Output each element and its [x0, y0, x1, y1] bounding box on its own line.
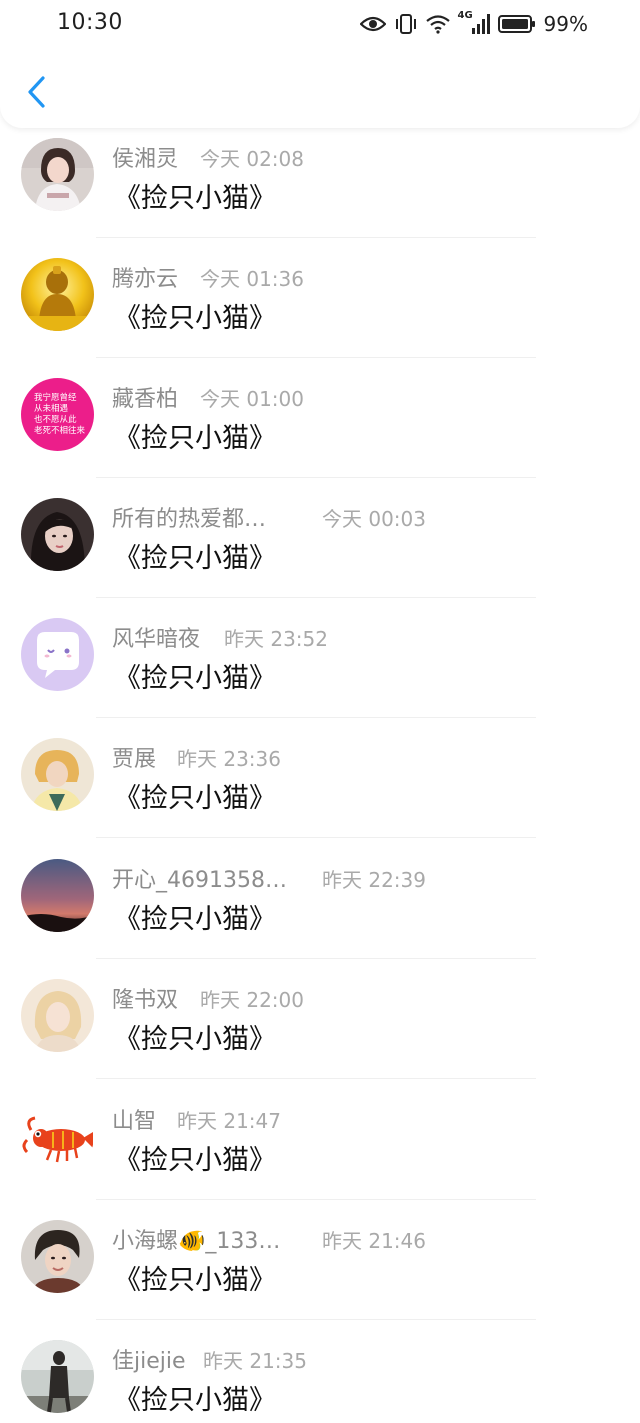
commenter-name[interactable]: 小海螺🐠_133…: [112, 1223, 280, 1255]
comment-time: 昨天 22:00: [200, 988, 304, 1012]
comment-list-page: 侯湘灵 今天 02:08 《捡只小猫》 腾亦云 今天 01:36 《捡只小猫》 …: [0, 0, 640, 1423]
status-icons: 4G 99%: [359, 10, 588, 38]
avatar[interactable]: [21, 1340, 94, 1413]
comment-text: 《捡只小猫》: [114, 783, 276, 814]
comment-text: 《捡只小猫》: [114, 423, 276, 454]
wifi-icon: [425, 14, 450, 34]
avatar[interactable]: [21, 498, 94, 571]
comment-row[interactable]: 贾展 昨天 23:36 《捡只小猫》: [0, 718, 640, 838]
comment-time: 昨天 23:36: [177, 747, 281, 771]
avatar[interactable]: [21, 258, 94, 331]
comment-text: 《捡只小猫》: [114, 663, 276, 694]
avatar[interactable]: [21, 618, 94, 691]
comment-row[interactable]: 隆书双 昨天 22:00 《捡只小猫》: [0, 959, 640, 1079]
commenter-name[interactable]: 腾亦云: [112, 261, 178, 293]
comment-row[interactable]: 小海螺🐠_133… 昨天 21:46 《捡只小猫》: [0, 1200, 640, 1320]
comment-row[interactable]: 侯湘灵 今天 02:08 《捡只小猫》: [0, 118, 640, 238]
comment-time: 今天 01:36: [200, 267, 304, 291]
comment-row[interactable]: 佳jiejie 昨天 21:35 《捡只小猫》: [0, 1320, 640, 1423]
avatar-text-line: 也不愿从此: [34, 414, 77, 425]
comment-time: 今天 01:00: [200, 387, 304, 411]
comment-text: 《捡只小猫》: [114, 1024, 276, 1055]
comment-row[interactable]: 腾亦云 今天 01:36 《捡只小猫》: [0, 238, 640, 358]
divider: [96, 1078, 536, 1079]
avatar-text-line: 老死不相往来: [34, 425, 86, 436]
comment-row[interactable]: 风华暗夜 昨天 23:52 《捡只小猫》: [0, 598, 640, 718]
comment-text: 《捡只小猫》: [114, 1265, 276, 1296]
comment-row[interactable]: 开心_4691358… 昨天 22:39 《捡只小猫》: [0, 839, 640, 959]
back-button[interactable]: [14, 72, 58, 116]
header-bar: 10:30 4G 99%: [0, 0, 640, 128]
vibrate-icon: [394, 13, 418, 35]
commenter-name[interactable]: 贾展: [112, 741, 156, 773]
avatar-text-line: 从未相遇: [34, 403, 69, 414]
comment-text: 《捡只小猫》: [114, 1145, 276, 1176]
commenter-name[interactable]: 藏香柏: [112, 381, 178, 413]
commenter-name[interactable]: 侯湘灵: [112, 141, 178, 173]
comment-time: 昨天 22:39: [322, 868, 426, 892]
commenter-name[interactable]: 开心_4691358…: [112, 862, 287, 894]
comment-text: 《捡只小猫》: [114, 183, 276, 214]
avatar[interactable]: [21, 1220, 94, 1293]
comment-time: 昨天 23:52: [224, 627, 328, 651]
commenter-name[interactable]: 风华暗夜: [112, 621, 200, 653]
comment-row[interactable]: 我宁愿曾经 从未相遇 也不愿从此 老死不相往来 藏香柏 今天 01:00 《捡只…: [0, 358, 640, 478]
back-chevron-icon: [25, 75, 47, 113]
comment-row[interactable]: 所有的热爱都… 今天 00:03 《捡只小猫》: [0, 478, 640, 598]
signal-icon: 4G: [458, 10, 490, 36]
battery-percent: 99%: [543, 12, 588, 36]
avatar[interactable]: [21, 738, 94, 811]
avatar[interactable]: [21, 979, 94, 1052]
status-time: 10:30: [57, 10, 123, 35]
avatar[interactable]: [21, 859, 94, 932]
comment-text: 《捡只小猫》: [114, 1385, 276, 1416]
comment-time: 昨天 21:35: [203, 1349, 307, 1373]
divider: [96, 837, 536, 838]
comment-row[interactable]: 山智 昨天 21:47 《捡只小猫》: [0, 1080, 640, 1200]
avatar[interactable]: [21, 138, 94, 211]
eye-icon: [359, 15, 386, 33]
commenter-name[interactable]: 隆书双: [112, 982, 178, 1014]
comment-time: 昨天 21:47: [177, 1109, 281, 1133]
comment-time: 今天 00:03: [322, 507, 426, 531]
comment-text: 《捡只小猫》: [114, 904, 276, 935]
commenter-name[interactable]: 所有的热爱都…: [112, 501, 266, 533]
comment-text: 《捡只小猫》: [114, 543, 276, 574]
avatar-text-line: 我宁愿曾经: [34, 392, 77, 403]
comment-time: 昨天 21:46: [322, 1229, 426, 1253]
battery-icon: [497, 14, 536, 34]
comment-text: 《捡只小猫》: [114, 303, 276, 334]
avatar[interactable]: [21, 1100, 94, 1173]
avatar[interactable]: 我宁愿曾经 从未相遇 也不愿从此 老死不相往来: [21, 378, 94, 451]
comment-time: 今天 02:08: [200, 147, 304, 171]
commenter-name[interactable]: 佳jiejie: [112, 1343, 186, 1375]
commenter-name[interactable]: 山智: [112, 1103, 156, 1135]
